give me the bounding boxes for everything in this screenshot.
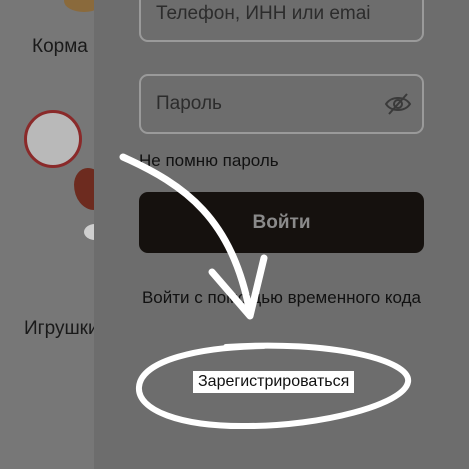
temp-code-login-link[interactable]: Войти с помощью временного кода [139, 284, 424, 311]
login-button[interactable]: Войти [139, 192, 424, 253]
phone-field[interactable] [139, 0, 424, 42]
password-field[interactable] [139, 74, 424, 134]
category-thumbnail [24, 110, 82, 168]
forgot-password-link[interactable]: Не помню пароль [139, 151, 279, 171]
background-category-panel [0, 0, 94, 469]
category-label: Корма [32, 36, 88, 57]
eye-off-icon[interactable] [384, 90, 412, 118]
password-input[interactable] [154, 92, 372, 116]
category-label: Игрушки [24, 318, 99, 339]
phone-input[interactable] [154, 2, 372, 26]
register-link[interactable]: Зарегистрироваться [193, 371, 355, 393]
